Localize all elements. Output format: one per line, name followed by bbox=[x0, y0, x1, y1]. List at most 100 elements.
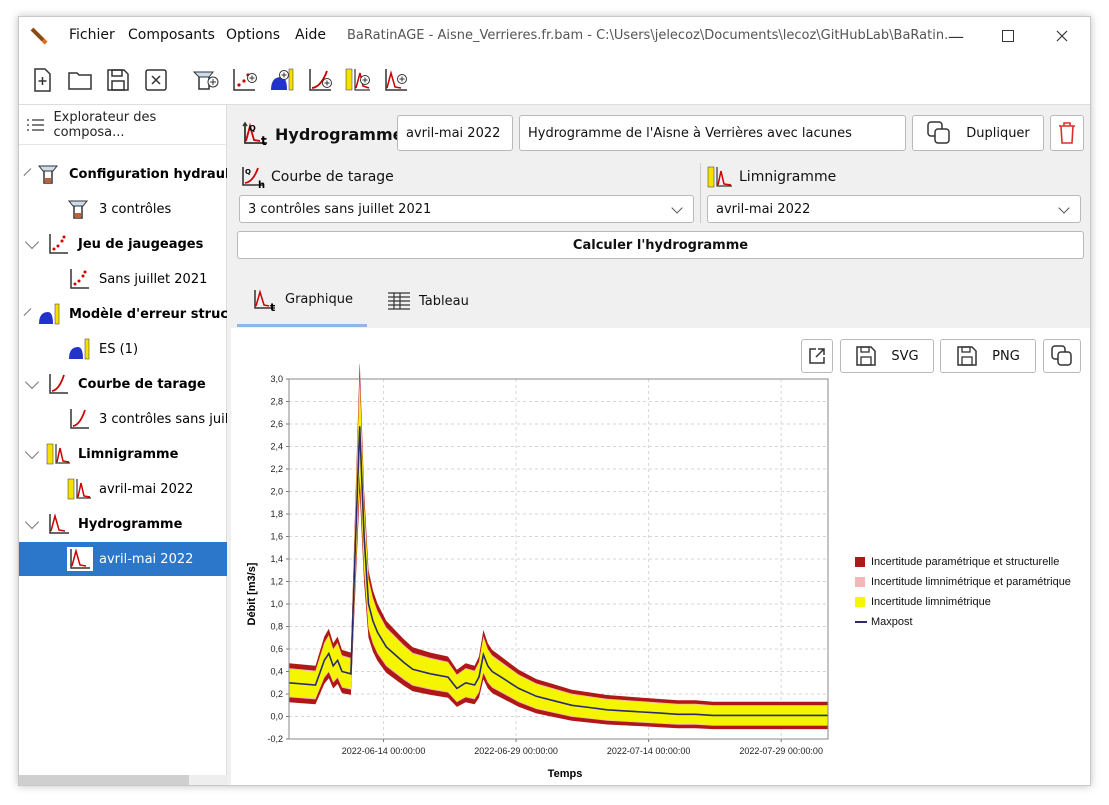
app-window: Fichier Composants Options Aide BaRatinA… bbox=[18, 16, 1091, 786]
limni-param-uncertainty-band bbox=[289, 376, 828, 726]
tab-table[interactable]: Tableau bbox=[387, 275, 487, 327]
close-button[interactable] bbox=[1039, 17, 1085, 55]
x-tick-label: 2022-06-29 00:00:00 bbox=[474, 746, 558, 756]
tree-label: Sans juillet 2021 bbox=[99, 271, 208, 287]
duplicate-label: Dupliquer bbox=[966, 125, 1030, 141]
app-logo-icon bbox=[30, 27, 48, 45]
tree-group[interactable]: Configuration hydrauliq bbox=[19, 157, 227, 191]
close-project-icon[interactable] bbox=[141, 65, 171, 95]
menu-options[interactable]: Options bbox=[226, 27, 280, 43]
menu-help[interactable]: Aide bbox=[295, 27, 326, 43]
menu-file[interactable]: Fichier bbox=[69, 27, 115, 43]
add-hydraulic-config-icon[interactable] bbox=[191, 65, 221, 95]
error-model-icon bbox=[39, 303, 60, 325]
gaugings-icon bbox=[49, 234, 68, 254]
menu-components[interactable]: Composants bbox=[128, 27, 215, 43]
chevron-down-icon[interactable] bbox=[23, 168, 32, 176]
hydrograph-icon: t bbox=[254, 288, 275, 312]
y-tick-label: 0,4 bbox=[270, 667, 283, 677]
limnigraph-select[interactable]: avril-mai 2022 bbox=[707, 195, 1081, 223]
component-name-field[interactable]: avril-mai 2022 bbox=[397, 115, 513, 151]
chevron-down-icon bbox=[1058, 202, 1070, 214]
limnigraph-label-text: Limnigramme bbox=[739, 169, 837, 185]
hydrograph-icon bbox=[49, 513, 69, 534]
tree-item[interactable]: ES (1) bbox=[19, 332, 227, 366]
delete-button[interactable] bbox=[1050, 115, 1084, 151]
limnigraph-icon bbox=[67, 478, 91, 500]
add-limnigraph-icon[interactable] bbox=[343, 65, 373, 95]
y-tick-label: 2,8 bbox=[270, 397, 283, 407]
tree-item[interactable]: Sans juillet 2021 bbox=[19, 262, 227, 296]
tree-item[interactable]: avril-mai 2022 bbox=[19, 472, 227, 506]
y-tick-label: 2,2 bbox=[270, 464, 283, 474]
chevron-down-icon[interactable] bbox=[24, 444, 40, 460]
open-folder-icon[interactable] bbox=[65, 65, 95, 95]
chevron-down-icon[interactable] bbox=[23, 308, 32, 316]
save-icon[interactable] bbox=[103, 65, 133, 95]
hydrograph-chart: 3,0 2,8 2,6 2,4 2,2 2,0 1,8 1,6 1,4 1,2 1,0 0,8 0,6 0… bbox=[246, 364, 829, 780]
explorer-scrollbar[interactable] bbox=[19, 775, 227, 785]
y-tick-label: 3,0 bbox=[270, 374, 283, 384]
limnigraph-label: Limnigramme bbox=[707, 163, 836, 191]
y-tick-label: 1,0 bbox=[270, 599, 283, 609]
chart-panel: SVG PNG 3,0 2,8 2,6 2,4 2,2 2,0 1,8 1,6 1,4 1,2 1,… bbox=[231, 328, 1090, 785]
y-tick-label: 2,4 bbox=[270, 442, 283, 452]
rating-curve-select-value: 3 contrôles sans juillet 2021 bbox=[248, 201, 432, 217]
window-title: BaRatinAGE - Aisne_Verrieres.fr.bam - C:… bbox=[347, 28, 949, 43]
gaugings-icon bbox=[70, 269, 89, 289]
list-icon bbox=[27, 118, 45, 131]
close-icon bbox=[1056, 30, 1068, 42]
chevron-down-icon[interactable] bbox=[24, 374, 40, 390]
limnigraph-icon bbox=[46, 443, 70, 465]
tree-group[interactable]: Courbe de tarage bbox=[19, 367, 227, 401]
hydraulic-config-icon bbox=[37, 165, 59, 184]
add-error-model-icon[interactable] bbox=[267, 65, 297, 95]
component-type-label: Hydrogramme bbox=[275, 124, 404, 144]
legend-item: Incertitude limnimétrique bbox=[855, 596, 991, 608]
legend-swatch bbox=[855, 577, 865, 587]
tree-group[interactable]: Limnigramme bbox=[19, 437, 227, 471]
hydraulic-config-icon bbox=[67, 200, 89, 219]
x-tick-label: 2022-07-14 00:00:00 bbox=[607, 746, 691, 756]
title-bar: Fichier Composants Options Aide BaRatinA… bbox=[19, 17, 1090, 55]
y-tick-label: 0,0 bbox=[270, 712, 283, 722]
tree-item[interactable]: avril-mai 2022 bbox=[19, 542, 227, 576]
tree-label: Jeu de jaugeages bbox=[78, 236, 204, 252]
explorer-title: Explorateur des composa... bbox=[53, 109, 157, 140]
tree-label: 3 contrôles bbox=[99, 201, 172, 217]
tree-group[interactable]: Hydrogramme bbox=[19, 507, 227, 541]
rating-curve-select[interactable]: 3 contrôles sans juillet 2021 bbox=[239, 195, 694, 223]
explorer-header: Explorateur des composa... bbox=[19, 105, 226, 145]
add-gaugings-icon[interactable] bbox=[229, 65, 259, 95]
legend-label: Incertitude limnimétrique bbox=[871, 596, 991, 608]
error-model-icon bbox=[69, 338, 90, 360]
tree-item[interactable]: 3 contrôles sans juille bbox=[19, 402, 227, 436]
minimize-button[interactable]: — bbox=[933, 17, 979, 55]
component-description-field[interactable]: Hydrogramme de l'Aisne à Verrières avec … bbox=[519, 115, 906, 151]
chevron-down-icon[interactable] bbox=[24, 514, 40, 530]
y-tick-label: 1,6 bbox=[270, 532, 283, 542]
duplicate-button[interactable]: Dupliquer bbox=[912, 115, 1044, 151]
divider bbox=[700, 163, 701, 223]
maximize-button[interactable] bbox=[985, 17, 1031, 55]
new-file-icon[interactable] bbox=[27, 65, 57, 95]
tab-chart[interactable]: t Graphique bbox=[237, 275, 367, 327]
add-rating-curve-icon[interactable] bbox=[305, 65, 335, 95]
legend-swatch bbox=[855, 597, 865, 607]
tree-group[interactable]: Modèle d'erreur structu bbox=[19, 297, 227, 331]
tree-item[interactable]: 3 contrôles bbox=[19, 192, 227, 226]
y-tick-label: 1,2 bbox=[270, 577, 283, 587]
compute-hydrograph-button[interactable]: Calculer l'hydrogramme bbox=[237, 231, 1084, 259]
add-hydrograph-icon[interactable] bbox=[381, 65, 411, 95]
tree-group[interactable]: Jeu de jaugeages bbox=[19, 227, 227, 261]
scrollbar-thumb[interactable] bbox=[19, 775, 189, 785]
main-toolbar bbox=[19, 55, 1090, 105]
duplicate-icon bbox=[927, 121, 950, 144]
x-axis-label: Temps bbox=[548, 768, 583, 780]
tab-table-label: Tableau bbox=[419, 293, 469, 309]
rating-curve-icon bbox=[70, 409, 89, 429]
legend-item: Incertitude paramétrique et structurelle bbox=[855, 556, 1059, 568]
limnigraph-icon bbox=[707, 166, 732, 188]
hydrograph-icon: tQ bbox=[242, 121, 267, 147]
chevron-down-icon[interactable] bbox=[24, 234, 40, 250]
